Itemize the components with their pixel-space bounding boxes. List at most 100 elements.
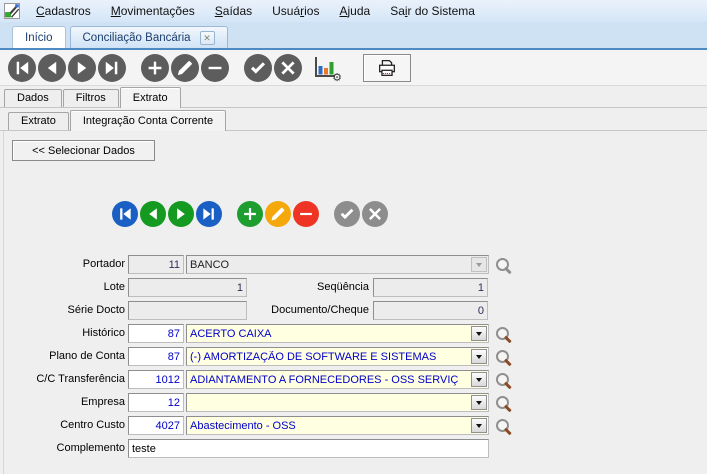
add-record-button[interactable] — [237, 201, 263, 227]
plano-conta-row: Plano de Conta — [0, 347, 707, 366]
empresa-code-field[interactable] — [128, 393, 184, 412]
documento-cheque-field[interactable] — [373, 301, 488, 320]
empresa-lookup-icon[interactable] — [495, 395, 513, 413]
historico-value-field[interactable] — [187, 325, 470, 342]
menu-item-saidas[interactable]: Saídas — [205, 0, 262, 22]
cancel-button[interactable] — [274, 53, 302, 82]
sub-tab-strip: Extrato Integração Conta Corrente — [0, 108, 707, 131]
tab-extrato[interactable]: Extrato — [119, 87, 181, 108]
bar-chart-settings-icon[interactable]: ⚙ — [311, 54, 342, 84]
close-icon[interactable]: ✕ — [199, 30, 215, 45]
previous-record-button[interactable] — [38, 53, 66, 82]
centro-custo-code-field[interactable] — [128, 416, 184, 435]
cc-transferencia-value-field[interactable] — [187, 371, 470, 388]
historico-code-field[interactable] — [128, 324, 184, 343]
application-window: Cadastros Movimentações Saídas Usuários Ajud… — [0, 0, 707, 474]
edit-record-button[interactable] — [171, 53, 199, 82]
chevron-down-icon[interactable] — [471, 257, 487, 272]
last-record-button[interactable] — [196, 201, 222, 227]
window-tab-bar: Início Conciliação Bancária ✕ — [0, 22, 707, 50]
integracao-panel: << Selecionar Dados Portador Lote Seqüên… — [0, 131, 707, 474]
printer-icon — [379, 59, 395, 76]
gear-icon: ⚙ — [332, 71, 342, 84]
centro-custo-value-field[interactable] — [187, 417, 470, 434]
confirm-button[interactable] — [244, 53, 272, 82]
menu-item-movimentacoes[interactable]: Movimentações — [101, 0, 205, 22]
menu-item-cadastros[interactable]: Cadastros — [26, 0, 101, 22]
main-toolbar: ⚙ — [0, 50, 707, 86]
subtab-extrato[interactable]: Extrato — [8, 112, 69, 130]
chevron-down-icon[interactable] — [471, 418, 487, 433]
tab-conciliacao-bancaria[interactable]: Conciliação Bancária ✕ — [69, 26, 228, 48]
lote-label: Lote — [103, 281, 125, 293]
tab-conciliacao-label: Conciliação Bancária — [82, 31, 191, 44]
cc-transferencia-code-field[interactable] — [128, 370, 184, 389]
historico-combo[interactable] — [186, 324, 489, 343]
subtab-integracao-conta-corrente[interactable]: Integração Conta Corrente — [69, 110, 227, 131]
chevron-down-icon[interactable] — [471, 372, 487, 387]
serie-docto-row: Série Docto Documento/Cheque — [0, 301, 707, 320]
plano-conta-combo[interactable] — [186, 347, 489, 366]
portador-label: Portador — [82, 258, 125, 270]
cc-transferencia-combo[interactable] — [186, 370, 489, 389]
historico-label: Histórico — [82, 327, 125, 339]
app-logo-icon — [4, 3, 20, 19]
main-tab-strip: Dados Filtros Extrato — [0, 86, 707, 108]
tab-filtros[interactable]: Filtros — [62, 89, 119, 107]
record-nav-buttons — [112, 201, 390, 227]
complemento-field[interactable] — [128, 439, 489, 458]
next-record-button[interactable] — [168, 201, 194, 227]
tab-inicio[interactable]: Início — [12, 26, 66, 48]
centro-custo-label: Centro Custo — [60, 419, 125, 431]
empresa-value-field[interactable] — [187, 394, 470, 411]
print-button[interactable] — [363, 53, 411, 82]
menu-item-sair-do-sistema[interactable]: Sair do Sistema — [380, 0, 485, 22]
serie-docto-field[interactable] — [128, 301, 247, 320]
plano-conta-code-field[interactable] — [128, 347, 184, 366]
cc-transferencia-lookup-icon[interactable] — [495, 372, 513, 390]
historico-row: Histórico — [0, 324, 707, 343]
portador-lookup-icon[interactable] — [495, 257, 513, 275]
chevron-down-icon[interactable] — [471, 395, 487, 410]
chevron-down-icon[interactable] — [471, 326, 487, 341]
portador-code-field[interactable] — [128, 255, 184, 274]
portador-row: Portador — [0, 255, 707, 274]
plano-conta-lookup-icon[interactable] — [495, 349, 513, 367]
cancel-button[interactable] — [362, 201, 388, 227]
cc-transferencia-row: C/C Transferência — [0, 370, 707, 389]
centro-custo-combo[interactable] — [186, 416, 489, 435]
complemento-row: Complemento — [0, 439, 707, 458]
delete-record-button[interactable] — [201, 53, 229, 82]
lote-field[interactable] — [128, 278, 247, 297]
delete-record-button[interactable] — [293, 201, 319, 227]
chevron-down-icon[interactable] — [471, 349, 487, 364]
empresa-combo[interactable] — [186, 393, 489, 412]
historico-lookup-icon[interactable] — [495, 326, 513, 344]
portador-combo[interactable] — [186, 255, 489, 274]
lote-row: Lote Seqüência — [0, 278, 707, 297]
cc-transferencia-label: C/C Transferência — [36, 373, 125, 385]
menu-item-usuarios[interactable]: Usuários — [262, 0, 329, 22]
menu-bar: Cadastros Movimentações Saídas Usuários Ajud… — [0, 0, 707, 22]
previous-record-button[interactable] — [140, 201, 166, 227]
sequencia-field[interactable] — [373, 278, 488, 297]
portador-value-field[interactable] — [187, 256, 470, 273]
add-record-button[interactable] — [141, 53, 169, 82]
empresa-row: Empresa — [0, 393, 707, 412]
menu-items: Cadastros Movimentações Saídas Usuários Ajud… — [26, 0, 485, 22]
plano-conta-value-field[interactable] — [187, 348, 470, 365]
first-record-button[interactable] — [8, 53, 36, 82]
plano-conta-label: Plano de Conta — [49, 350, 125, 362]
selecionar-dados-button[interactable]: << Selecionar Dados — [12, 140, 155, 161]
last-record-button[interactable] — [98, 53, 126, 82]
edit-record-button[interactable] — [265, 201, 291, 227]
next-record-button[interactable] — [68, 53, 96, 82]
centro-custo-lookup-icon[interactable] — [495, 418, 513, 436]
tab-dados[interactable]: Dados — [4, 89, 62, 107]
sequencia-label: Seqüência — [317, 281, 369, 293]
menu-item-ajuda[interactable]: Ajuda — [329, 0, 380, 22]
first-record-button[interactable] — [112, 201, 138, 227]
serie-docto-label: Série Docto — [67, 304, 125, 316]
centro-custo-row: Centro Custo — [0, 416, 707, 435]
confirm-button[interactable] — [334, 201, 360, 227]
